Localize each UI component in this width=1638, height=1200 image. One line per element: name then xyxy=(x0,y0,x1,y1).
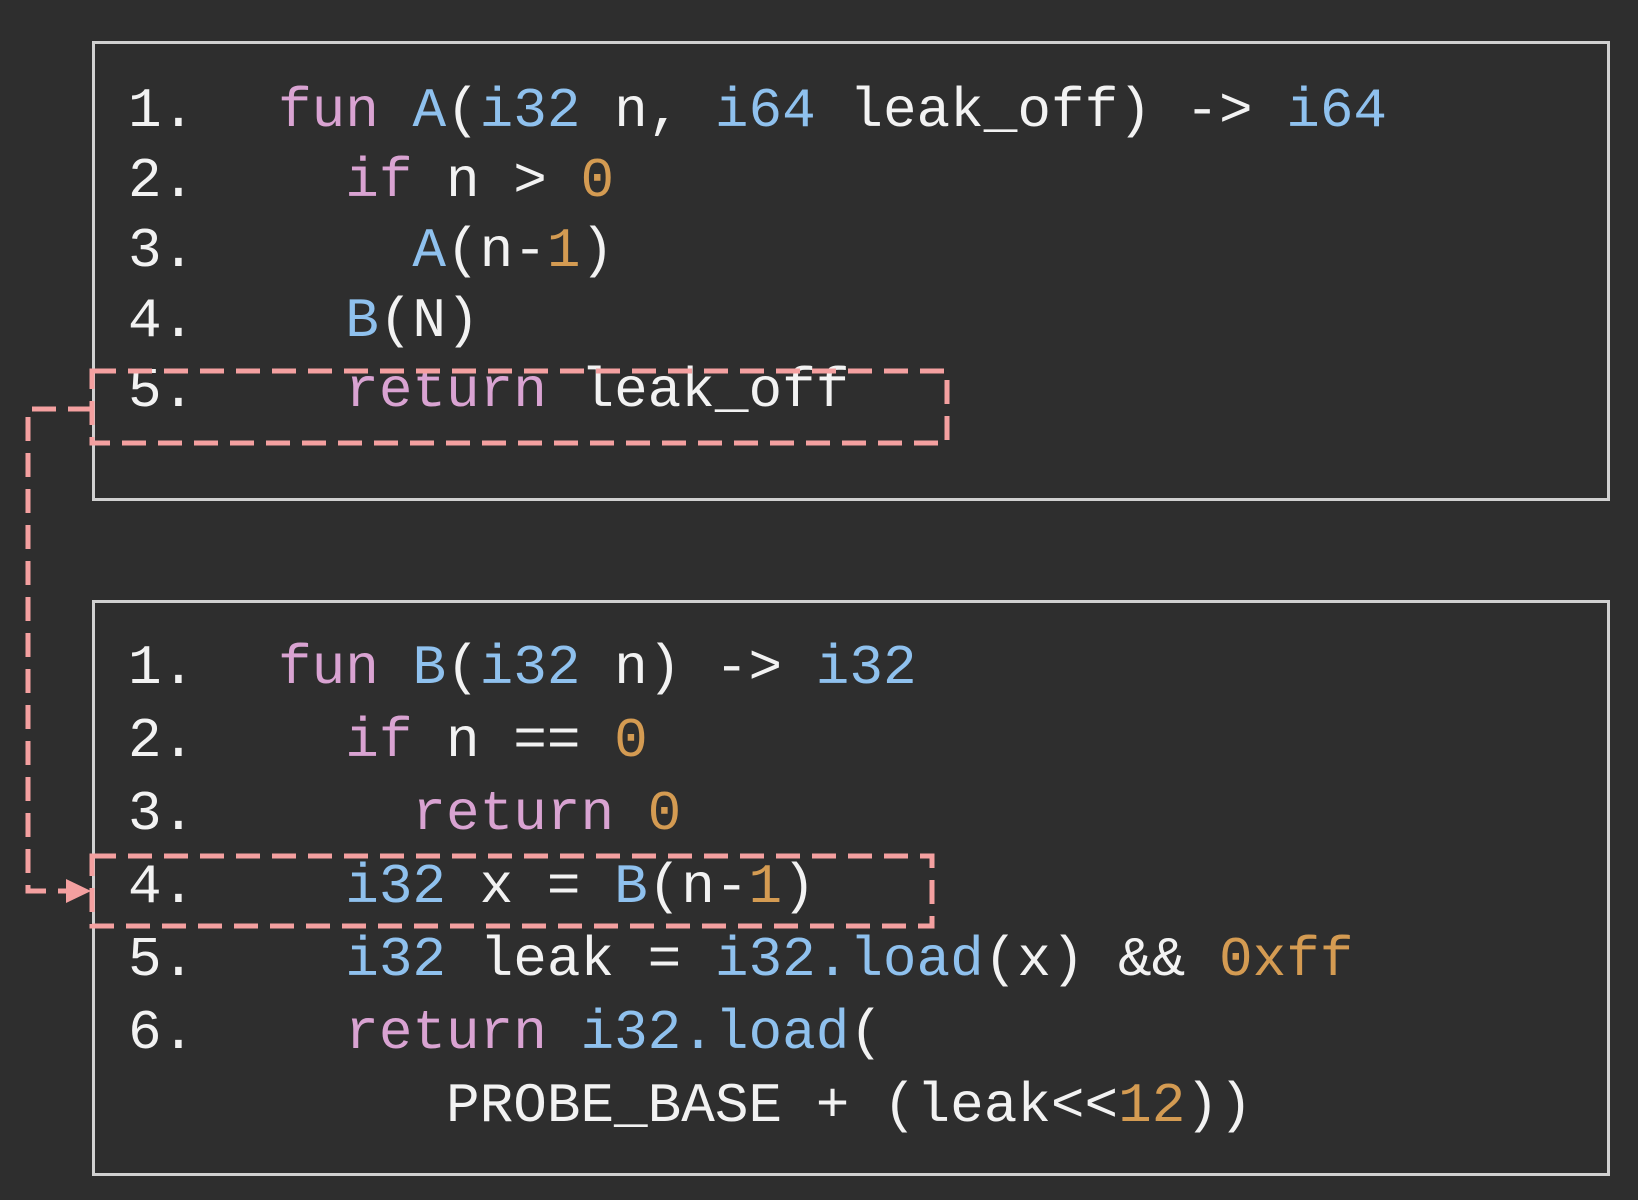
code-token: 0xff xyxy=(1218,928,1354,992)
code-token: 1 xyxy=(748,855,783,919)
code-token: n) -> xyxy=(580,636,816,700)
code-token: return xyxy=(412,782,615,846)
line-number: 1. xyxy=(128,79,196,143)
code-token: if xyxy=(345,149,413,213)
code-token: ( xyxy=(849,1001,883,1065)
function-b-line-1: 1. fun B(i32 n) -> i32 xyxy=(128,633,917,703)
code-token: i32.load xyxy=(714,928,984,992)
code-token: return xyxy=(345,359,547,423)
line-number: 3. xyxy=(128,782,196,846)
line-number: 4. xyxy=(128,855,196,919)
function-b-line-3: 3. return 0 xyxy=(128,779,681,849)
code-token: B xyxy=(614,855,648,919)
function-a-line-4: 4. B(N) xyxy=(128,286,480,356)
code-token: return xyxy=(345,1001,547,1065)
code-token: (x) && xyxy=(983,928,1219,992)
code-token: 0 xyxy=(580,149,615,213)
function-a-line-5: 5. return leak_off xyxy=(128,356,849,426)
function-a-line-3: 3. A(n-1) xyxy=(128,216,614,286)
code-token: (N) xyxy=(378,289,480,353)
code-token: i32 xyxy=(345,855,447,919)
line-number: 2. xyxy=(128,149,196,213)
code-token: (n- xyxy=(446,219,547,283)
code-token: B xyxy=(412,636,447,700)
line-number: 1. xyxy=(128,636,196,700)
code-token: ) xyxy=(782,855,816,919)
code-token: n == xyxy=(412,709,615,773)
function-b-line-5: 5. i32 leak = i32.load(x) && 0xff xyxy=(128,925,1353,995)
function-b-line-6: 6. return i32.load( xyxy=(128,998,883,1068)
code-token: A xyxy=(412,219,447,283)
code-token: fun xyxy=(278,79,379,143)
flow-arrowhead xyxy=(66,879,91,903)
code-token: 0 xyxy=(614,709,648,773)
function-b-line-2: 2. if n == 0 xyxy=(128,706,648,776)
line-number: 4. xyxy=(128,289,196,353)
code-token: (n- xyxy=(647,855,749,919)
code-token: fun xyxy=(278,636,379,700)
code-token: n, xyxy=(580,79,715,143)
code-token: i32 xyxy=(815,636,917,700)
code-token: ) xyxy=(580,219,615,283)
line-number: 5. xyxy=(128,928,196,992)
line-number: 6. xyxy=(128,1001,196,1065)
code-token: )) xyxy=(1185,1074,1253,1138)
code-token: i64 xyxy=(1286,79,1388,143)
code-token: i32 xyxy=(479,636,581,700)
line-number: 3. xyxy=(128,219,196,283)
code-token: 12 xyxy=(1118,1074,1186,1138)
function-b-line-4: 4. i32 x = B(n-1) xyxy=(128,852,816,922)
line-number: 5. xyxy=(128,359,196,423)
code-token: x = xyxy=(446,855,615,919)
line-number: 2. xyxy=(128,709,196,773)
code-token: i32.load xyxy=(580,1001,850,1065)
code-token: i64 xyxy=(714,79,816,143)
code-token: n > xyxy=(412,149,581,213)
function-b-line-7: PROBE_BASE + (leak<<12)) xyxy=(128,1071,1253,1141)
code-token: leak_off xyxy=(546,359,850,423)
diagram-canvas: 1. fun A(i32 n, i64 leak_off) -> i64 2. if… xyxy=(0,0,1638,1200)
function-a-line-2: 2. if n > 0 xyxy=(128,146,614,216)
code-token: ( xyxy=(446,79,480,143)
code-token: if xyxy=(345,709,413,773)
code-token: 1 xyxy=(546,219,581,283)
flow-arrow-connector xyxy=(25,406,92,894)
code-token: leak_off) -> xyxy=(815,79,1287,143)
function-a-line-1: 1. fun A(i32 n, i64 leak_off) -> i64 xyxy=(128,76,1387,146)
code-token: 0 xyxy=(647,782,682,846)
code-token: ( xyxy=(446,636,480,700)
code-token: B xyxy=(345,289,379,353)
code-token: i32 xyxy=(479,79,581,143)
code-token: PROBE_BASE + (leak<< xyxy=(278,1074,1119,1138)
code-token: i32 xyxy=(345,928,447,992)
code-token: A xyxy=(412,79,447,143)
code-token: leak = xyxy=(446,928,715,992)
